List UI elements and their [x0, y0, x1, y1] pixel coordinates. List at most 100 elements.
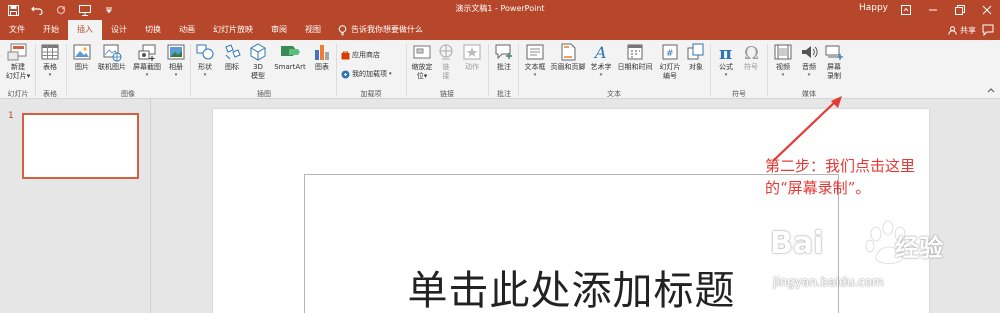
speaker-icon [802, 46, 818, 58]
action-button[interactable]: 动作 [459, 42, 485, 72]
smartart-label: SmartArt [274, 63, 306, 71]
share-button[interactable]: 共享 [948, 25, 976, 36]
screenshot-label: 屏幕截图 [133, 63, 161, 71]
slide-thumbnail[interactable] [22, 113, 139, 179]
header-footer-label: 页眉和页脚 [550, 63, 586, 71]
online-picture-button[interactable]: 联机图片 [95, 42, 129, 72]
tab-home[interactable]: 开始 [34, 20, 68, 40]
chevron-down-icon: ▾ [26, 72, 31, 80]
tab-slideshow[interactable]: 幻灯片放映 [204, 20, 262, 40]
tab-animations[interactable]: 动画 [170, 20, 204, 40]
audio-button[interactable]: 音频 ▾ [797, 42, 821, 78]
minimize-icon[interactable] [919, 0, 946, 20]
slide-number-icon: # [662, 44, 678, 60]
group-label-symbols: 符号 [732, 90, 746, 98]
tab-view[interactable]: 视图 [296, 20, 330, 40]
wordart-button[interactable]: A 艺术字 ▾ [588, 42, 614, 78]
svg-text:#: # [666, 49, 674, 59]
table-button[interactable]: 表格 ▾ [38, 42, 62, 78]
close-icon[interactable] [973, 0, 1000, 20]
tell-me-placeholder: 告诉我你想要做什么 [351, 25, 423, 34]
title-bar: 演示文稿1 - PowerPoint Happy [0, 0, 1000, 20]
picture-button[interactable]: 图片 [70, 42, 94, 72]
equation-button[interactable]: π 公式 ▾ [714, 42, 738, 78]
online-picture-icon [103, 44, 122, 62]
ribbon-display-options-icon[interactable] [892, 0, 919, 20]
table-label: 表格 [43, 63, 57, 71]
group-separator [66, 44, 67, 96]
comments-pane-icon[interactable] [982, 24, 994, 36]
wordart-label: 艺术字 [590, 63, 612, 71]
chevron-down-icon: ▾ [807, 72, 811, 78]
action-star-icon [463, 44, 481, 60]
document-title: 演示文稿1 - PowerPoint [455, 4, 545, 13]
comment-icon [495, 44, 512, 60]
store-button[interactable]: 应用商店 [341, 50, 380, 60]
object-label: 对象 [689, 63, 703, 71]
globe-link-icon [439, 44, 453, 60]
photo-album-button[interactable]: 相册 ▾ [165, 42, 187, 78]
wordart-icon: A [593, 43, 607, 62]
chevron-down-icon: ▾ [145, 72, 149, 78]
tab-review[interactable]: 审阅 [262, 20, 296, 40]
tell-me-search[interactable]: 告诉我你想要做什么 [330, 20, 423, 40]
tab-transitions[interactable]: 切换 [136, 20, 170, 40]
zoom-label-1: 缩放定 [411, 63, 433, 71]
new-slide-label-2: 幻灯片 [5, 72, 27, 80]
group-separator [336, 44, 337, 96]
new-slide-button[interactable]: 新建 幻灯片▾ [4, 42, 32, 81]
group-label-comments: 批注 [497, 90, 511, 98]
screen-recording-button[interactable]: 屏幕 录制 [822, 42, 846, 81]
group-separator [488, 44, 489, 96]
slide-number-label-2: 编号 [663, 72, 677, 80]
chevron-down-icon: ▾ [203, 72, 207, 78]
chevron-down-icon: ▾ [48, 72, 52, 78]
slide-number-button[interactable]: # 幻灯片 编号 [656, 42, 684, 81]
tab-file[interactable]: 文件 [0, 20, 34, 40]
symbol-button[interactable]: Ω 符号 [739, 42, 763, 72]
link-button[interactable]: 链 接 [436, 42, 456, 81]
tab-insert[interactable]: 插入 [68, 20, 102, 40]
video-label: 视频 [776, 63, 790, 71]
tab-design[interactable]: 设计 [102, 20, 136, 40]
omega-icon: Ω [744, 43, 759, 62]
link-label-1: 链 [442, 63, 450, 71]
ribbon-tabs: 文件 开始 插入 设计 切换 动画 幻灯片放映 审阅 视图 告诉我你想要做什么 [0, 20, 423, 40]
video-button[interactable]: 视频 ▾ [771, 42, 795, 78]
icons-icon [225, 44, 241, 60]
chart-button[interactable]: 图表 [311, 42, 333, 72]
store-label: 应用商店 [352, 51, 380, 59]
watermark-brand-cn: 经验 [895, 234, 943, 262]
textbox-label: 文本框 [524, 63, 546, 71]
group-label-illustrations: 插图 [257, 90, 271, 98]
zoom-button[interactable]: 缩放定 位▾ [410, 42, 434, 81]
collapse-ribbon-icon[interactable] [987, 87, 995, 93]
object-icon [687, 43, 704, 60]
audio-label: 音频 [802, 63, 816, 71]
addins-icon [341, 70, 350, 78]
header-footer-button[interactable]: 页眉和页脚 [550, 42, 586, 72]
new-comment-button[interactable]: 批注 [492, 42, 516, 72]
screenshot-button[interactable]: 屏幕截图 ▾ [130, 42, 164, 78]
user-name[interactable]: Happy [859, 3, 888, 13]
icons-button[interactable]: 图标 [219, 42, 245, 72]
chevron-down-icon: ▾ [423, 72, 428, 80]
date-time-button[interactable]: 日期和时间 [615, 42, 655, 72]
my-addins-button[interactable]: 我的加载项 ▾ [341, 69, 392, 79]
3d-models-button[interactable]: 3D 模型 [247, 42, 269, 81]
pi-icon: π [719, 43, 732, 62]
zoom-icon [413, 45, 431, 59]
group-label-links: 链接 [440, 90, 454, 98]
textbox-button[interactable]: 文本框 ▾ [521, 42, 549, 78]
shapes-button[interactable]: 形状 ▾ [194, 42, 216, 78]
object-button[interactable]: 对象 [685, 42, 707, 72]
group-label-tables: 表格 [43, 90, 57, 98]
smartart-button[interactable]: SmartArt [271, 42, 309, 72]
restore-icon[interactable] [946, 0, 973, 20]
picture-label: 图片 [75, 63, 89, 71]
annotation-line-1: 第二步：我们点击这里 [765, 157, 916, 175]
group-separator [518, 44, 519, 96]
chart-label: 图表 [315, 63, 329, 71]
shapes-icon [196, 44, 214, 60]
group-separator [767, 44, 768, 96]
